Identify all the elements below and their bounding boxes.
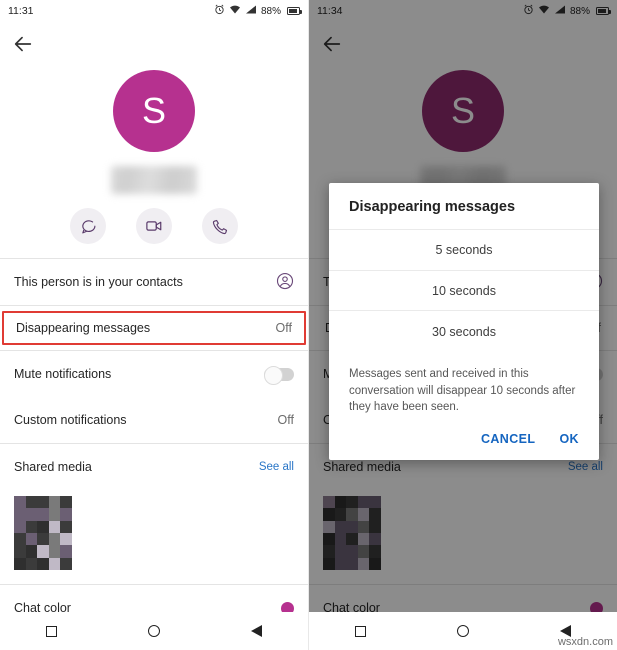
phone-screen-left: 11:31 88% S This person is in your conta… [0, 0, 308, 650]
media-thumbnail[interactable] [14, 496, 72, 570]
dialog-option-5-seconds[interactable]: 5 seconds [329, 229, 599, 270]
home-button[interactable] [456, 625, 469, 637]
video-call-button[interactable] [136, 208, 172, 244]
shared-media-strip [0, 490, 308, 584]
ok-button[interactable]: OK [559, 432, 579, 446]
alarm-icon [214, 4, 225, 18]
row-custom-notifications[interactable]: Custom notifications Off [0, 397, 308, 443]
status-time: 11:31 [8, 5, 34, 17]
voice-call-button[interactable] [202, 208, 238, 244]
dialog-option-30-seconds[interactable]: 30 seconds [329, 311, 599, 352]
row-label: Mute notifications [14, 367, 112, 381]
row-label: This person is in your contacts [14, 275, 183, 289]
status-bar-left: 11:31 88% [0, 0, 308, 22]
dialog-title: Disappearing messages [349, 199, 516, 215]
dialog-buttons: CANCEL OK [329, 432, 599, 460]
mute-toggle[interactable] [264, 365, 294, 385]
recents-button[interactable] [354, 625, 366, 637]
system-nav-bar-left [0, 612, 308, 650]
contact-avatar-icon [276, 272, 294, 293]
cancel-button[interactable]: CANCEL [481, 432, 535, 446]
home-button[interactable] [147, 625, 160, 637]
avatar-wrap-left: S [0, 70, 308, 152]
row-label: Disappearing messages [16, 321, 151, 335]
avatar[interactable]: S [113, 70, 195, 152]
see-all-link[interactable]: See all [259, 461, 294, 473]
screenshot-root: 11:31 88% S This person is in your conta… [0, 0, 617, 650]
row-shared-media: Shared media See all [0, 444, 308, 490]
watermark: wsxdn.com [557, 636, 613, 648]
row-value: Off [277, 413, 294, 427]
back-button[interactable] [251, 625, 263, 637]
signal-icon [245, 4, 257, 18]
battery-percent: 88% [260, 5, 281, 17]
wifi-icon [229, 4, 241, 18]
quick-actions-left [0, 208, 308, 258]
row-value: Off [275, 321, 292, 335]
row-in-contacts[interactable]: This person is in your contacts [0, 259, 308, 305]
recents-button[interactable] [45, 625, 57, 637]
phone-screen-right: 11:34 88% S Shared media See all Chat co… [308, 0, 617, 650]
row-mute-notifications[interactable]: Mute notifications [0, 351, 308, 397]
dialog-option-10-seconds[interactable]: 10 seconds [329, 270, 599, 311]
divider [0, 305, 308, 306]
disappearing-messages-dialog: Disappearing messages 5 seconds 10 secon… [329, 183, 599, 461]
back-bar-left [0, 22, 308, 66]
section-title: Shared media [14, 460, 92, 474]
contact-name-blurred [0, 166, 308, 200]
message-button[interactable] [70, 208, 106, 244]
dialog-description: Messages sent and received in this conve… [349, 368, 576, 414]
back-arrow-icon[interactable] [12, 33, 34, 55]
row-label: Custom notifications [14, 413, 127, 427]
row-disappearing-messages[interactable]: Disappearing messages Off [2, 311, 306, 345]
battery-icon [287, 7, 302, 15]
